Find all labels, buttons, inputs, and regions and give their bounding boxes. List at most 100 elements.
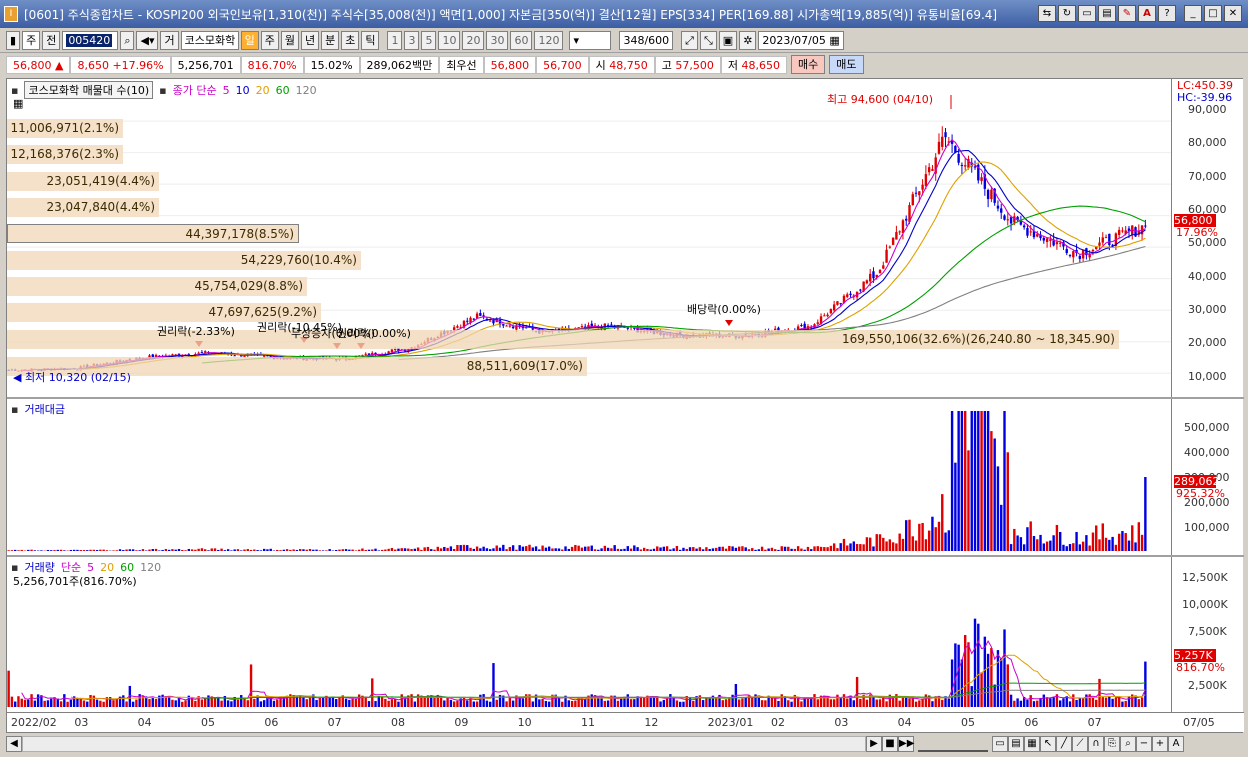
amount-bar: [698, 547, 702, 551]
date-input[interactable]: 2023/07/05 ▦: [758, 31, 844, 50]
interval-10[interactable]: 10: [438, 31, 461, 50]
text-icon[interactable]: A: [1168, 736, 1184, 752]
amount-bar: [672, 548, 675, 551]
minimize-button[interactable]: _: [1184, 5, 1202, 22]
buy-button[interactable]: 매수: [791, 55, 826, 74]
interval-1[interactable]: 1: [387, 31, 403, 50]
copy-icon[interactable]: ⎘: [1104, 736, 1120, 752]
layout-icon[interactable]: ▭: [992, 736, 1008, 752]
cursor-icon[interactable]: ↖: [1040, 736, 1056, 752]
candle: [829, 309, 833, 314]
low-annotation: ◀ 최저 10,320 (02/15): [13, 371, 131, 384]
candle: [200, 352, 204, 354]
tab-year[interactable]: 년: [300, 31, 320, 50]
amount-bar: [364, 549, 367, 551]
vp-bar-selected: 44,397,178(8.5%): [7, 224, 299, 243]
grid-layout-icon[interactable]: ▦: [1024, 736, 1040, 752]
period-select[interactable]: 주: [22, 31, 41, 50]
volume-bar: [629, 699, 633, 707]
chart-area[interactable]: ▪ 코스모화학 매물대 수(10) ▪ 종가 단순 5 10 20 60 120…: [6, 78, 1244, 733]
mode-button[interactable]: 거: [160, 31, 179, 50]
amount-chart: [7, 411, 1147, 551]
tab-month[interactable]: 월: [280, 31, 299, 50]
compare-icon[interactable]: ⤡: [699, 31, 717, 50]
fast-forward-icon[interactable]: ▶▶: [898, 736, 914, 752]
speaker-icon[interactable]: ◀▾: [136, 31, 159, 50]
amount-bar: [217, 549, 220, 551]
volume-bar: [787, 700, 790, 707]
amount-bar: [282, 549, 286, 551]
pin-icon[interactable]: ✎: [1118, 5, 1136, 22]
interval-3[interactable]: 3: [404, 31, 420, 50]
magnet-icon[interactable]: ∩: [1088, 736, 1104, 752]
close-button[interactable]: ✕: [1224, 5, 1242, 22]
volume-bar: [7, 670, 10, 707]
amount-bar: [167, 549, 171, 551]
grid-icon[interactable]: ▦: [13, 97, 23, 110]
scroll-track[interactable]: [22, 736, 866, 752]
last-price-pct: 17.96%: [1176, 226, 1218, 239]
tab-tick[interactable]: 틱: [361, 31, 380, 50]
minus-icon[interactable]: −: [1136, 736, 1152, 752]
amount-pane[interactable]: ▪ 거래대금: [7, 399, 1171, 555]
measure-icon[interactable]: ⟋: [1072, 736, 1088, 752]
volume-bar: [367, 701, 371, 707]
amount-bar: [944, 532, 947, 551]
scrollbar[interactable]: ◀ ▶ ■ ▶▶ ▭ ▤ ▦ ↖ ╱ ⟋ ∩ ⎘ ⌕ − + A: [0, 734, 1248, 754]
zoom-icon[interactable]: ⌕: [1120, 736, 1136, 752]
interval-5[interactable]: 5: [421, 31, 437, 50]
amount-bar: [1000, 504, 1003, 551]
amount-bar: [1016, 535, 1019, 551]
high-annotation: 최고 94,600 (04/10): [827, 93, 934, 106]
trend-icon[interactable]: ⤢: [681, 31, 698, 50]
stop-icon[interactable]: ■: [882, 736, 898, 752]
volume-bar: [374, 701, 377, 707]
plus-icon[interactable]: +: [1152, 736, 1168, 752]
split-icon[interactable]: ▤: [1008, 736, 1024, 752]
chart-type-icon[interactable]: ▮: [6, 31, 21, 50]
refresh-icon[interactable]: ↻: [1058, 5, 1076, 22]
volume-bar: [538, 699, 541, 707]
interval-20[interactable]: 20: [462, 31, 485, 50]
low: 저 48,650: [720, 55, 788, 74]
interval-60[interactable]: 60: [510, 31, 533, 50]
volume-bar: [1117, 696, 1121, 707]
amount-bar: [773, 549, 777, 551]
amount-bar: [325, 550, 328, 551]
interval-30[interactable]: 30: [486, 31, 509, 50]
prev-button[interactable]: 전: [42, 31, 61, 50]
volume-bar: [600, 697, 603, 707]
price-pane[interactable]: ▪ 코스모화학 매물대 수(10) ▪ 종가 단순 5 10 20 60 120…: [7, 79, 1171, 397]
tab-day[interactable]: 일: [240, 31, 259, 50]
volume-bar: [380, 696, 384, 707]
play-icon[interactable]: ▶: [866, 736, 882, 752]
volume-pane[interactable]: ▪ 거래량 단순 5 20 60 120 5,256,701주(816.70%): [7, 557, 1171, 712]
help-icon[interactable]: ?: [1158, 5, 1176, 22]
save-icon[interactable]: ▣: [718, 31, 738, 50]
zoom-slider[interactable]: [918, 736, 988, 752]
interval-120[interactable]: 120: [534, 31, 564, 50]
link-icon[interactable]: ⇆: [1038, 5, 1056, 22]
volume-bar: [678, 701, 682, 707]
count-input[interactable]: 348/600: [619, 31, 674, 50]
amount-bar: [783, 546, 787, 551]
maximize-button[interactable]: □: [1204, 5, 1222, 22]
amount-bar: [207, 550, 210, 551]
tab-minute[interactable]: 분: [321, 31, 340, 50]
settings-icon[interactable]: ✲: [739, 31, 757, 50]
amount-bar: [59, 549, 63, 551]
font-icon[interactable]: A: [1138, 5, 1156, 22]
tab-second[interactable]: 초: [341, 31, 360, 50]
amount-bar: [980, 411, 983, 551]
interval-input[interactable]: ▾: [569, 31, 612, 50]
print-icon[interactable]: ▤: [1098, 5, 1116, 22]
code-input[interactable]: 005420: [62, 31, 119, 50]
search-icon[interactable]: ⌕: [120, 31, 135, 50]
amount-bar: [1137, 522, 1141, 551]
sell-button[interactable]: 매도: [829, 55, 864, 74]
volume-bar: [832, 699, 836, 707]
tab-week[interactable]: 주: [260, 31, 279, 50]
window-icon[interactable]: ▭: [1078, 5, 1096, 22]
scroll-left-icon[interactable]: ◀: [6, 736, 22, 752]
draw-line-icon[interactable]: ╱: [1056, 736, 1072, 752]
